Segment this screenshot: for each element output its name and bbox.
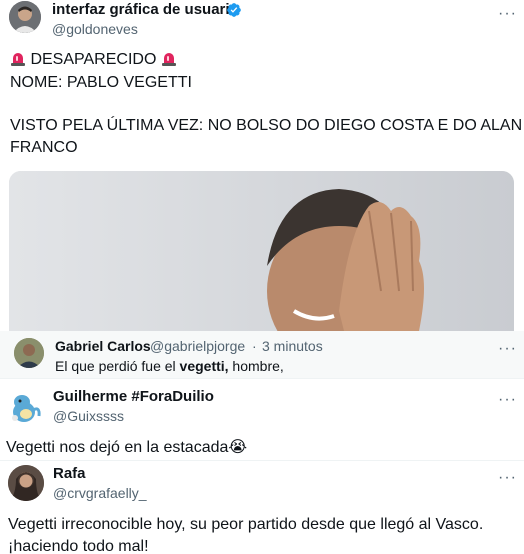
more-options-button[interactable]: ··· (498, 6, 517, 22)
tweet-media-photo[interactable] (9, 171, 514, 331)
reply-text: Vegetti irreconocible hoy, su peor parti… (8, 516, 484, 554)
quoted-reply-handle[interactable]: @gabrielpjorge (150, 338, 245, 354)
quoted-reply-text-start: El que perdió fue el (55, 358, 180, 374)
more-options-button[interactable]: ··· (498, 392, 517, 408)
quoted-reply-text-end: hombre, (228, 358, 284, 374)
reply-name[interactable]: Guilherme #ForaDuilio (53, 388, 214, 405)
reply-handle[interactable]: @Guixssss (53, 408, 124, 424)
quoted-reply-time[interactable]: 3 minutos (262, 338, 323, 354)
tweet-line-last-seen: VISTO PELA ÚLTIMA VEZ: NO BOLSO DO DIEGO… (10, 117, 523, 134)
tweet-headline-text: DESAPARECIDO (30, 51, 157, 68)
police-light-emoji-icon (161, 53, 176, 66)
author-handle[interactable]: @goldoneves (52, 21, 138, 37)
quoted-reply-text-bold: vegetti, (179, 358, 229, 374)
reply-divider (0, 460, 524, 461)
meta-separator: · (252, 338, 257, 354)
tweet-line-name: NOME: PABLO VEGETTI (10, 74, 192, 91)
author-name[interactable]: interfaz gráfica de usuario (52, 1, 239, 18)
tweet-line-headline: DESAPARECIDO (10, 50, 177, 69)
avatar-image (8, 465, 44, 501)
reply-handle[interactable]: @crvgrafaelly_ (53, 485, 147, 501)
player-photo (9, 171, 514, 331)
reply-name[interactable]: Rafa (53, 465, 86, 482)
more-options-button[interactable]: ··· (498, 470, 517, 486)
reply-avatar[interactable] (6, 388, 44, 426)
reply-avatar[interactable] (8, 465, 44, 501)
verified-badge-icon (227, 3, 241, 17)
avatar-image (9, 1, 41, 33)
reply-text: Vegetti nos dejó en la estacada😭 (6, 439, 248, 456)
author-avatar[interactable] (9, 1, 41, 33)
more-options-button[interactable]: ··· (498, 341, 517, 357)
police-light-emoji-icon (11, 53, 25, 66)
quoted-reply-avatar[interactable] (14, 338, 44, 368)
avatar-image (14, 338, 44, 368)
quoted-reply-text: El que perdió fue el vegetti, hombre, (55, 357, 284, 375)
tweet-line-last-seen-cont: FRANCO (10, 139, 78, 156)
avatar-image (6, 388, 44, 426)
quoted-reply-name[interactable]: Gabriel Carlos (55, 338, 151, 354)
